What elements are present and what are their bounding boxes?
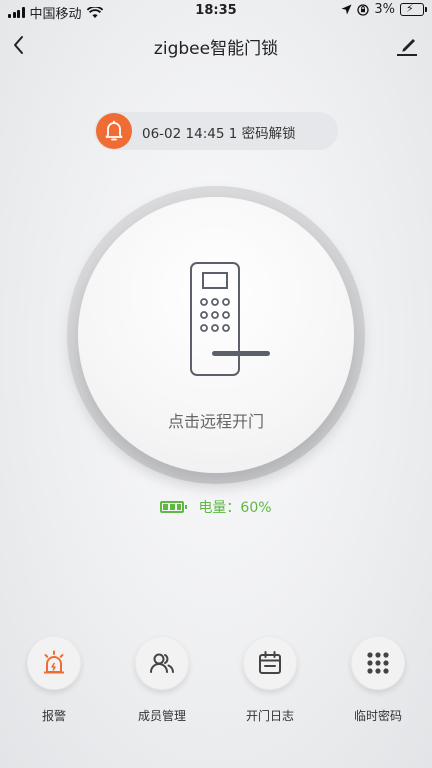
members-label: 成员管理 [137, 709, 186, 723]
bell-icon [105, 120, 123, 141]
battery-icon [160, 501, 188, 513]
door-lock-icon [190, 262, 270, 376]
unlock-log-button[interactable]: 开门日志 [230, 636, 310, 724]
battery-status-icon: ⚡ [400, 2, 427, 16]
calendar-icon [259, 651, 281, 674]
latest-unlock-notice[interactable]: 06-02 14:45 1 密码解锁 [94, 112, 338, 150]
alarm-icon [44, 650, 64, 674]
members-icon [150, 653, 174, 673]
battery-level-text: 电量：60% [198, 500, 272, 516]
members-circle[interactable] [135, 636, 189, 690]
edit-icon [397, 39, 417, 56]
alarm-label: 报警 [41, 709, 66, 723]
alarm-circle[interactable] [27, 636, 81, 690]
unlock-log-label: 开门日志 [245, 709, 294, 723]
orientation-lock-icon [357, 3, 370, 16]
remote-unlock-label: 点击远程开门 [167, 412, 264, 431]
status-bar: 中国移动 18:35 3% ⚡ [0, 0, 432, 22]
page-title: zigbee智能门锁 [153, 39, 279, 59]
temp-password-label: 临时密码 [353, 709, 402, 723]
unlock-log-circle[interactable] [243, 636, 297, 690]
keypad-icon [367, 652, 389, 674]
lock-battery: 电量：60% [0, 497, 432, 517]
bell-badge [96, 113, 132, 149]
unlock-dial-ring: 点击远程开门 [67, 186, 365, 484]
notice-text: 06-02 14:45 1 密码解锁 [142, 126, 296, 142]
edit-button[interactable] [394, 32, 420, 58]
status-right: 3% ⚡ [341, 2, 427, 17]
nav-bar: zigbee智能门锁 [0, 26, 432, 64]
alarm-button[interactable]: 报警 [14, 636, 94, 724]
members-button[interactable]: 成员管理 [122, 636, 202, 724]
temp-password-button[interactable]: 临时密码 [338, 636, 418, 724]
location-icon [341, 4, 352, 15]
battery-percent: 3% [374, 2, 395, 17]
temp-password-circle[interactable] [351, 636, 405, 690]
function-bar: 报警 成员管理 开门日志 临时密码 [0, 636, 432, 726]
remote-unlock-button[interactable]: 点击远程开门 [78, 197, 354, 473]
